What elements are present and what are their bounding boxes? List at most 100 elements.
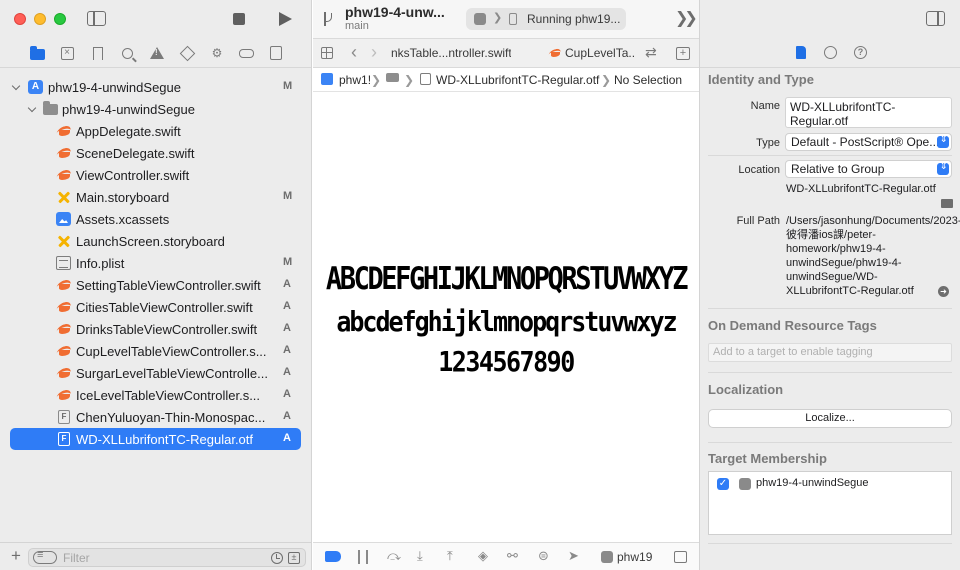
tree-row-file[interactable]: IceLevelTableViewController.s... A	[0, 384, 311, 406]
add-file-button[interactable]: +	[11, 547, 21, 565]
jumpbar-project[interactable]: phw1!	[339, 73, 371, 87]
breakpoint-navigator-tab[interactable]	[238, 45, 254, 61]
file-tree: phw19-4-unwindSegue M phw19-4-unwindSegu…	[0, 76, 311, 450]
debug-navigator-tab[interactable]: ⚙	[209, 45, 225, 61]
window-toolbar-left	[0, 0, 311, 38]
tree-row-file[interactable]: ViewController.swift	[0, 164, 311, 186]
zoom-window-button[interactable]	[54, 13, 66, 25]
view-hierarchy-icon[interactable]: ◈	[478, 548, 488, 563]
preview-lowercase: abcdefghijklmnopqrstuvwxyz	[336, 305, 677, 338]
editor-tab-drinks-controller[interactable]: nksTable...ntroller.swift	[391, 46, 511, 60]
memory-graph-icon[interactable]: ⚯	[507, 548, 518, 563]
branch-icon	[322, 10, 336, 28]
go-back-icon[interactable]: ‹	[351, 42, 357, 63]
location-popup[interactable]: Relative to Group	[785, 160, 952, 178]
editor-tab-cuplevel-controller[interactable]: CupLevelTa...r	[565, 46, 635, 60]
environment-overrides-icon[interactable]: ⊜	[538, 548, 549, 563]
toggle-inspector-icon[interactable]	[926, 11, 945, 26]
target-checkbox[interactable]: ✓	[717, 478, 729, 490]
file-inspector-tab-icon[interactable]	[796, 46, 806, 59]
disclosure-chevron-icon[interactable]	[28, 104, 38, 114]
name-label: Name	[750, 100, 780, 112]
filter-options-icon[interactable]	[33, 549, 57, 564]
tree-row-label: CitiesTableViewController.swift	[76, 300, 253, 315]
xcode-project-icon	[321, 73, 333, 85]
tree-row-group[interactable]: phw19-4-unwindSegue	[0, 98, 311, 120]
close-window-button[interactable]	[14, 13, 26, 25]
toolbar-overflow-icon[interactable]: ❯❯	[675, 8, 698, 28]
project-navigator-tab[interactable]	[29, 45, 45, 61]
tree-row-label: IceLevelTableViewController.s...	[76, 388, 261, 403]
scm-status-badge: M	[283, 80, 293, 92]
tree-row-file[interactable]: CupLevelTableViewController.s... A	[0, 340, 311, 362]
tree-row-file[interactable]: ChenYuluoyan-Thin-Monospac... A	[0, 406, 311, 428]
scm-status-badge: A	[283, 278, 291, 290]
localize-button[interactable]: Localize...	[708, 409, 952, 428]
source-control-navigator-tab[interactable]: ×	[59, 45, 75, 61]
activity-status[interactable]: ❯ Running phw19...	[466, 8, 626, 30]
target-membership-title: Target Membership	[708, 451, 827, 466]
test-diamond-icon	[179, 45, 195, 61]
stop-icon[interactable]	[233, 13, 245, 25]
jumpbar-file[interactable]: WD-XLLubrifontTC-Regular.otf	[436, 73, 599, 87]
swift-file-icon	[56, 168, 71, 182]
bookmark-navigator-tab[interactable]	[90, 45, 106, 61]
tree-row-file[interactable]: DrinksTableViewController.swift A	[0, 318, 311, 340]
step-out-icon[interactable]: ⤒	[447, 548, 453, 563]
test-navigator-tab[interactable]	[179, 45, 195, 61]
report-navigator-tab[interactable]	[268, 45, 284, 61]
issue-navigator-tab[interactable]	[149, 45, 165, 61]
disclosure-chevron-icon[interactable]	[12, 82, 22, 92]
scm-filter-icon[interactable]: ±	[288, 552, 300, 564]
project-title[interactable]: phw19-4-unw...	[345, 4, 445, 20]
history-inspector-tab-icon[interactable]	[824, 46, 837, 59]
tree-row-file[interactable]: LaunchScreen.storyboard	[0, 230, 311, 252]
simulate-location-icon[interactable]: ➤	[568, 548, 579, 563]
type-popup[interactable]: Default - PostScript® Ope...	[785, 133, 952, 151]
tree-row-project[interactable]: phw19-4-unwindSegue M	[0, 76, 311, 98]
identity-section-title: Identity and Type	[708, 72, 814, 87]
toggle-navigator-icon[interactable]	[87, 11, 106, 26]
choose-folder-icon[interactable]	[941, 199, 953, 208]
recent-files-icon[interactable]	[271, 552, 283, 564]
run-icon[interactable]	[279, 12, 292, 26]
tree-row-file[interactable]: CitiesTableViewController.swift A	[0, 296, 311, 318]
add-editor-split-icon[interactable]: +	[676, 47, 690, 60]
tree-row-file-selected[interactable]: WD-XLLubrifontTC-Regular.otf A	[0, 428, 311, 450]
folder-icon	[43, 101, 58, 115]
tree-row-file[interactable]: AppDelegate.swift	[0, 120, 311, 142]
minimize-window-button[interactable]	[34, 13, 46, 25]
reveal-in-finder-icon[interactable]: ➜	[938, 286, 949, 297]
tree-row-file[interactable]: Assets.xcassets	[0, 208, 311, 230]
name-field[interactable]: WD-XLLubrifontTC-Regular.otf	[785, 97, 952, 128]
folder-icon[interactable]	[386, 73, 399, 82]
window-toolbar-right	[700, 0, 960, 38]
go-forward-icon[interactable]: ›	[371, 42, 377, 63]
storyboard-icon	[56, 234, 71, 248]
related-items-icon[interactable]	[321, 47, 333, 59]
step-into-icon[interactable]: ⤓	[417, 548, 423, 563]
tree-row-file[interactable]: SettingTableViewController.swift A	[0, 274, 311, 296]
swap-editor-icon[interactable]: ⇄	[645, 44, 657, 61]
tree-row-label: phw19-4-unwindSegue	[62, 102, 195, 117]
step-over-icon[interactable]: ⤼	[387, 548, 401, 563]
pause-icon[interactable]	[358, 550, 368, 564]
scm-status-badge: M	[283, 190, 293, 202]
tree-row-file[interactable]: Info.plist M	[0, 252, 311, 274]
debug-scheme-label[interactable]: phw19	[617, 550, 652, 564]
tree-row-file[interactable]: SceneDelegate.swift	[0, 142, 311, 164]
scm-status-badge: A	[283, 388, 291, 400]
debug-bar: ⤼ ⤓ ⤒ ◈ ⚯ ⊜ ➤ phw19	[313, 542, 699, 570]
swift-file-icon	[56, 344, 71, 358]
tree-row-file[interactable]: Main.storyboard M	[0, 186, 311, 208]
jumpbar-selection[interactable]: No Selection	[614, 73, 682, 87]
breakpoints-toggle-icon[interactable]	[325, 551, 341, 562]
iphone-icon	[509, 13, 517, 25]
find-navigator-tab[interactable]	[119, 45, 135, 61]
filter-field[interactable]: Filter ±	[28, 548, 306, 567]
search-icon	[121, 47, 133, 59]
debug-area-toggle-icon[interactable]	[674, 551, 687, 563]
tree-row-file[interactable]: SurgarLevelTableViewControlle... A	[0, 362, 311, 384]
plist-icon	[56, 256, 71, 270]
quick-help-tab-icon[interactable]: ?	[854, 46, 867, 59]
